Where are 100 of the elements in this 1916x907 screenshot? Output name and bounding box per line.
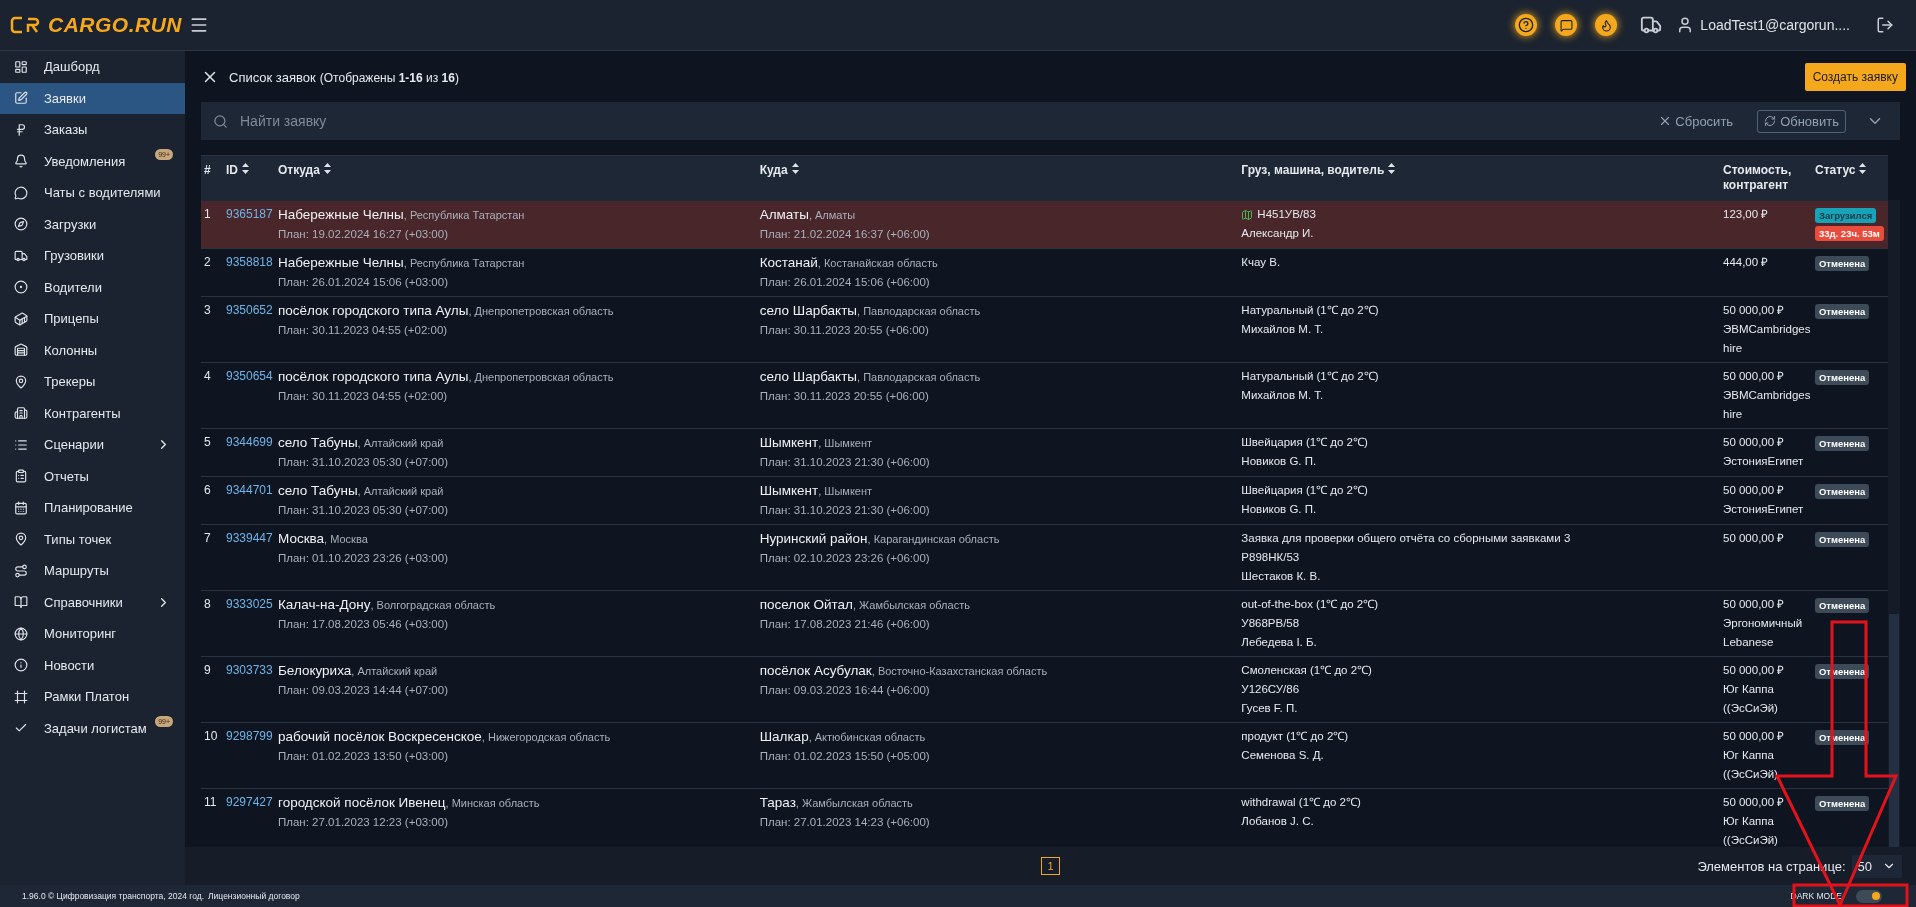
sidebar-item[interactable]: Заявки: [0, 82, 185, 114]
location-text: Костанай, Костанайская область: [759, 254, 938, 272]
location-text: Тараз, Жамбылская область: [759, 794, 913, 812]
order-id-link[interactable]: 9350654: [226, 367, 275, 386]
location-text: рабочий посёлок Воскресенское, Нижегородская область: [278, 728, 611, 746]
flame-icon: [1599, 18, 1613, 32]
location-text: Шалкар, Актюбинская область: [759, 728, 926, 746]
order-id-link[interactable]: 9365187: [226, 205, 275, 224]
frame-icon: [14, 689, 28, 704]
row-number: 9: [204, 662, 212, 679]
sidebar-item[interactable]: Чаты с водителями: [0, 177, 185, 209]
location-text: поселок Ойтал, Жамбылская область: [759, 596, 970, 614]
cargo-text: Семенова S. Д.: [1241, 748, 1325, 763]
order-id-link[interactable]: 9358818: [226, 253, 275, 272]
sidebar-item[interactable]: Заказы: [0, 114, 185, 146]
sidebar-item[interactable]: Колонны: [0, 334, 185, 366]
chat-icon: [1559, 18, 1573, 32]
plan-time: План: 31.10.2023 21:30 (+06:00): [759, 503, 931, 518]
column-header[interactable]: Куда: [756, 156, 1239, 201]
cargo-text: У126СУ/86: [1241, 682, 1301, 697]
column-header: #: [203, 162, 212, 179]
plan-time: План: 30.11.2023 20:55 (+06:00): [759, 323, 930, 338]
sidebar-item[interactable]: Прицепы: [0, 303, 185, 335]
sidebar-item[interactable]: Сценарии: [0, 429, 185, 461]
chat-button[interactable]: [1555, 14, 1578, 36]
plan-time: План: 17.08.2023 21:46 (+06:00): [759, 617, 931, 632]
sidebar-item[interactable]: Отчеты: [0, 460, 185, 492]
sidebar-item[interactable]: Типы точек: [0, 523, 185, 555]
column-header[interactable]: ID: [223, 156, 275, 201]
flame-button[interactable]: [1595, 14, 1618, 36]
dashboard-icon: [14, 59, 28, 74]
logout-icon: [1876, 16, 1894, 34]
search-icon: [213, 113, 228, 129]
cargo-text: Кчау В.: [1241, 255, 1282, 270]
column-header[interactable]: Статус: [1812, 156, 1888, 201]
location-text: Нуринский район, Карагандинская область: [759, 530, 1000, 548]
sidebar-item[interactable]: Рамки Платон: [0, 681, 185, 713]
dark-mode-toggle[interactable]: [1856, 889, 1882, 903]
sidebar-item[interactable]: Маршруты: [0, 555, 185, 587]
sidebar-item[interactable]: Контрагенты: [0, 397, 185, 429]
order-id-link[interactable]: 9339447: [226, 529, 275, 548]
status-badge: Отменена: [1815, 436, 1870, 451]
plan-time: План: 26.01.2024 15:06 (+03:00): [278, 275, 449, 290]
bell-icon: [14, 154, 28, 169]
order-id-link[interactable]: 9297427: [226, 793, 275, 812]
location-text: Набережные Челны, Республика Татарстан: [278, 254, 525, 272]
truck-icon: [14, 248, 28, 263]
sidebar-item[interactable]: Новости: [0, 649, 185, 681]
order-id-link[interactable]: 9303733: [226, 661, 275, 680]
sidebar-item[interactable]: Мониторинг: [0, 618, 185, 650]
order-id-link[interactable]: 9344701: [226, 481, 275, 500]
row-number: 6: [204, 482, 212, 499]
cargo-text: У868РВ/58: [1241, 616, 1301, 631]
plan-time: План: 31.10.2023 21:30 (+06:00): [759, 455, 931, 470]
plan-time: План: 26.01.2024 15:06 (+06:00): [759, 275, 931, 290]
location-text: село Табуны, Алтайский край: [278, 434, 444, 452]
cost-text: 123,00 ₽: [1723, 207, 1770, 222]
info-icon: [14, 658, 28, 673]
order-id-link[interactable]: 9344699: [226, 433, 275, 452]
reset-button[interactable]: Сбросить: [1652, 112, 1740, 130]
cost-text: 50 000,00 ₽: [1723, 729, 1786, 744]
contractor-text: Юг Каппа ((ЭсСиЭй): [1723, 748, 1779, 782]
order-id-link[interactable]: 9298799: [226, 727, 275, 746]
column-header[interactable]: Груз, машина, водитель: [1238, 156, 1720, 201]
sidebar-item[interactable]: Загрузки: [0, 208, 185, 240]
table-row[interactable]: 1 9365187 Набережные Челны, Республика Татарстан План: 19.02.2024 16:27 (+03:00) Алматы, Алматы План: 21.02.2024 16:37 (+06:00) H451УВ/83 Александр И. 123,00 ₽ Загрузился 33д. 23ч. 53м: [201, 201, 1888, 249]
scrollbar[interactable]: [1888, 200, 1900, 847]
plan-time: План: 30.11.2023 20:55 (+06:00): [759, 389, 930, 404]
order-id-link[interactable]: 9333025: [226, 595, 275, 614]
sidebar-item[interactable]: Дашборд: [0, 51, 185, 83]
column-header: Стоимость, контрагент: [1722, 162, 1793, 194]
create-button[interactable]: Создать заявку: [1804, 62, 1906, 91]
user-email[interactable]: LoadTest1@cargorun....: [1700, 17, 1850, 33]
column-header[interactable]: Откуда: [275, 156, 757, 201]
sidebar-item[interactable]: Справочники: [0, 586, 185, 618]
cargo-text: Александр И.: [1241, 226, 1315, 241]
sidebar-item[interactable]: Планирование: [0, 492, 185, 524]
sidebar-item[interactable]: Трекеры: [0, 366, 185, 398]
cost-text: 50 000,00 ₽: [1723, 483, 1786, 498]
cargo-text: Р898НК/53: [1241, 550, 1301, 565]
page-subtitle: (Отображены 1-16 из 16): [319, 70, 459, 85]
row-number: 2: [204, 254, 212, 271]
location-text: Шымкент, Шымкент: [759, 434, 873, 452]
calendar-icon: [14, 500, 28, 515]
license-link[interactable]: Лицензионный договор: [208, 891, 300, 901]
cargo-text: Натуральный (1℃ до 2℃): [1241, 303, 1380, 318]
search-field[interactable]: Найти заявку Сбросить Обновить: [201, 102, 1900, 140]
order-id-link[interactable]: 9350652: [226, 301, 275, 320]
sidebar-item[interactable]: Водители: [0, 271, 185, 303]
page-button[interactable]: 1: [1041, 857, 1060, 875]
contractor-text: Юг Каппа ((ЭсСиЭй): [1723, 682, 1779, 716]
sidebar-item[interactable]: Грузовики: [0, 240, 185, 272]
refresh-button[interactable]: Обновить: [1757, 109, 1846, 133]
status-badge: Отменена: [1815, 256, 1870, 271]
status-badge: Отменена: [1815, 532, 1870, 547]
logo-icon: [10, 16, 40, 34]
help-button[interactable]: [1515, 14, 1538, 36]
logo-text: CARGO.RUN: [48, 13, 182, 37]
cargo-text: withdrawal (1℃ до 2℃): [1241, 795, 1362, 810]
plan-time: План: 30.11.2023 04:55 (+02:00): [278, 323, 449, 338]
